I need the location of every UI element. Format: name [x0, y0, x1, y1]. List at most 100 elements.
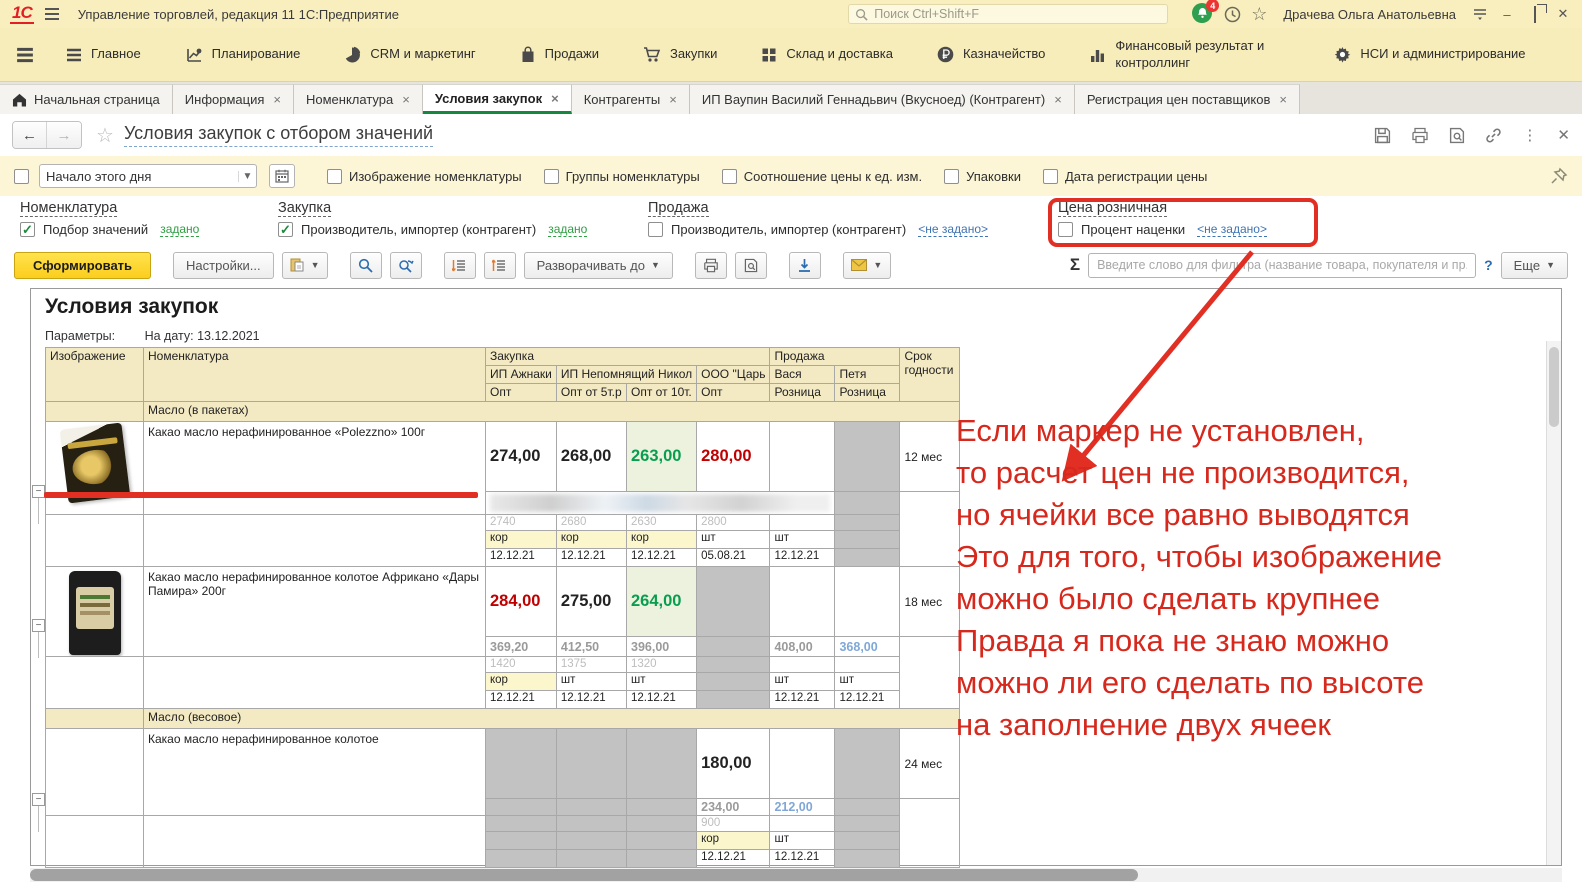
product-1-2-unit-1[interactable]: кор — [486, 673, 557, 691]
product-2-1-row2-4[interactable]: 234,00 — [697, 799, 770, 816]
product-2-1-date-6[interactable] — [835, 850, 900, 868]
product-1-1-unit-2[interactable]: кор — [556, 531, 626, 549]
product-1-1-base-6[interactable] — [835, 515, 900, 531]
horizontal-scrollbar-thumb[interactable] — [30, 869, 1138, 881]
product-2-1-shelf-life[interactable]: 24 мес — [900, 729, 960, 799]
group-row-label[interactable]: Масло (в пакетах) — [144, 402, 960, 422]
section-title-link[interactable]: Номенклатура — [20, 200, 117, 217]
settings-button[interactable]: Настройки... — [173, 252, 274, 279]
word-filter-input[interactable] — [1088, 253, 1476, 278]
product-1-1-price-6[interactable] — [835, 422, 900, 492]
product-2-1-unit-6[interactable] — [835, 832, 900, 850]
product-2-1-base-5[interactable] — [770, 816, 835, 832]
group-row-image-cell[interactable] — [46, 402, 144, 422]
product-1-1-row2-6[interactable] — [835, 492, 900, 515]
filter-option-checkbox[interactable] — [544, 169, 559, 184]
close-form-icon[interactable]: ✕ — [1557, 126, 1570, 144]
product-1-2-base-5[interactable] — [770, 657, 835, 673]
tab-7[interactable]: Регистрация цен поставщиков× — [1075, 84, 1300, 114]
favorites-star-icon[interactable]: ☆ — [1251, 4, 1267, 25]
product-1-1-date-4[interactable]: 05.08.21 — [697, 549, 770, 567]
product-1-2-date-3[interactable]: 12.12.21 — [627, 691, 697, 709]
sum-sigma-icon[interactable]: Σ — [1070, 255, 1080, 275]
product-1-2-base-4[interactable] — [697, 657, 770, 673]
product-1-1-date-1[interactable]: 12.12.21 — [486, 549, 557, 567]
section-checkbox[interactable] — [648, 222, 663, 237]
product-1-1-base-3[interactable]: 2630 — [627, 515, 697, 531]
product-2-1-row2-6[interactable] — [835, 799, 900, 816]
product-1-1-unit-4[interactable]: шт — [697, 531, 770, 549]
product-1-1-name[interactable]: Какао масло нерафинированное «Polezzno» … — [144, 422, 486, 515]
product-1-1-base-2[interactable]: 2680 — [556, 515, 626, 531]
product-1-1-price-1[interactable]: 274,00 — [486, 422, 557, 492]
product-2-1-base-4[interactable]: 900 — [697, 816, 770, 832]
product-2-1-price-2[interactable] — [556, 729, 626, 799]
product-1-1-price-3[interactable]: 263,00 — [627, 422, 697, 492]
product-1-2-row2-6[interactable]: 368,00 — [835, 637, 900, 657]
filter-option-3[interactable]: Соотношение цены к ед. изм. — [722, 169, 922, 184]
more-menu-icon[interactable]: ⋮ — [1522, 126, 1537, 144]
filter-option-checkbox[interactable] — [944, 169, 959, 184]
product-2-1-price-5[interactable] — [770, 729, 835, 799]
product-1-2-date-6[interactable]: 12.12.21 — [835, 691, 900, 709]
expand-levels-button[interactable] — [484, 252, 516, 279]
tab-4[interactable]: Условия закупок× — [423, 84, 572, 114]
product-1-2-shelf-life[interactable]: 18 мес — [900, 567, 960, 637]
product-1-2-row2-1[interactable]: 369,20 — [486, 637, 557, 657]
generate-button[interactable]: Сформировать — [14, 252, 151, 279]
ribbon-item-7[interactable]: Казначейство — [915, 28, 1067, 81]
tab-6[interactable]: ИП Ваупин Василий Геннадьвич (Вкусноед) … — [690, 84, 1075, 114]
product-1-1-unit-3[interactable]: кор — [627, 531, 697, 549]
product-1-1-unit-1[interactable]: кор — [486, 531, 557, 549]
history-icon[interactable] — [1224, 6, 1241, 23]
product-2-1-price-1[interactable] — [486, 729, 557, 799]
product-1-2-unit-3[interactable]: шт — [627, 673, 697, 691]
expand-to-button[interactable]: Разворачивать до▼ — [524, 252, 673, 279]
product-2-1-date-5[interactable]: 12.12.21 — [770, 850, 835, 868]
product-2-1-date-4[interactable]: 12.12.21 — [697, 850, 770, 868]
favorite-star-icon[interactable]: ☆ — [96, 123, 114, 148]
product-2-1-date-1[interactable] — [486, 850, 557, 868]
ribbon-item-5[interactable]: Закупки — [621, 28, 739, 81]
chevron-down-icon[interactable]: ▼ — [238, 171, 256, 182]
tab-close-icon[interactable]: × — [1279, 92, 1287, 107]
product-1-2-price-4[interactable] — [697, 567, 770, 637]
search-in-report-button[interactable] — [350, 252, 382, 279]
tab-close-icon[interactable]: × — [402, 92, 410, 107]
product-2-1-price-4[interactable]: 180,00 — [697, 729, 770, 799]
product-1-1-price-4[interactable]: 280,00 — [697, 422, 770, 492]
product-2-1-name[interactable]: Какао масло нерафинированное колотое — [144, 729, 486, 816]
product-2-1-date-2[interactable] — [556, 850, 626, 868]
more-button[interactable]: Еще▼ — [1501, 252, 1568, 279]
filter-option-2[interactable]: Группы номенклатуры — [544, 169, 700, 184]
tab-5[interactable]: Контрагенты× — [572, 84, 690, 114]
product-1-1-base-5[interactable] — [770, 515, 835, 531]
reset-search-button[interactable] — [390, 252, 422, 279]
product-2-1-date-3[interactable] — [627, 850, 697, 868]
product-2-1-base-6[interactable] — [835, 816, 900, 832]
tab-close-icon[interactable]: × — [551, 91, 559, 106]
ribbon-item-9[interactable]: НСИ и администрирование — [1312, 28, 1547, 81]
tree-collapse-group-2[interactable]: − — [32, 619, 45, 632]
product-1-1-date-2[interactable]: 12.12.21 — [556, 549, 626, 567]
product-1-1-base-4[interactable]: 2800 — [697, 515, 770, 531]
product-1-2-unit-2[interactable]: шт — [556, 673, 626, 691]
send-mail-button[interactable]: ▼ — [843, 252, 891, 279]
product-1-2-base-6[interactable] — [835, 657, 900, 673]
section-status-link[interactable]: <не задано> — [918, 222, 988, 237]
report-variants-button[interactable]: ▼ — [282, 252, 328, 279]
product-1-1-unit-6[interactable] — [835, 531, 900, 549]
filter-option-checkbox[interactable] — [722, 169, 737, 184]
print-preview-button[interactable] — [735, 252, 767, 279]
product-2-1-unit-5[interactable]: шт — [770, 832, 835, 850]
product-2-1-base-1[interactable] — [486, 816, 557, 832]
horizontal-scrollbar[interactable] — [30, 868, 1562, 882]
filter-option-1[interactable]: Изображение номенклатуры — [327, 169, 522, 184]
product-1-2-date-2[interactable]: 12.12.21 — [556, 691, 626, 709]
ribbon-item-4[interactable]: Продажи — [498, 28, 621, 81]
tab-2[interactable]: Информация× — [173, 84, 294, 114]
filter-option-5[interactable]: Дата регистрации цены — [1043, 169, 1207, 184]
product-1-2-unit-5[interactable]: шт — [770, 673, 835, 691]
forward-button[interactable]: → — [47, 122, 81, 148]
product-1-2-price-1[interactable]: 284,00 — [486, 567, 557, 637]
